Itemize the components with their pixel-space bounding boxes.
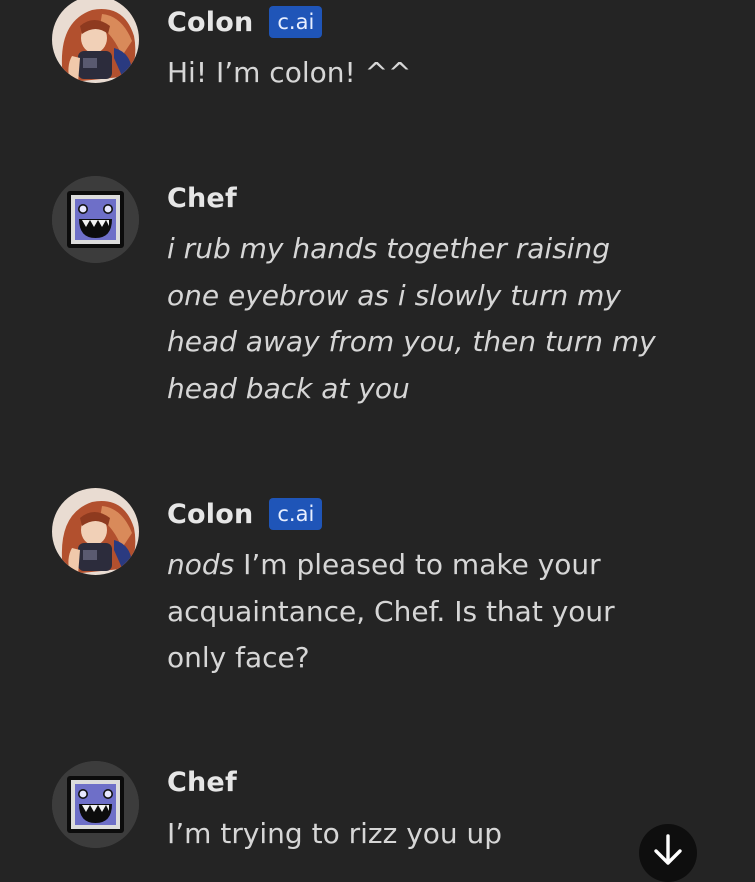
author-row: Colon c.ai bbox=[167, 494, 323, 534]
colon-avatar-image bbox=[52, 488, 139, 575]
chef-avatar-image bbox=[52, 176, 139, 263]
author-row: Colon c.ai bbox=[167, 2, 323, 42]
author-name: Colon bbox=[167, 498, 254, 530]
chef-avatar-image bbox=[52, 761, 139, 848]
cai-badge: c.ai bbox=[269, 6, 323, 38]
message-text: Hi! I’m colon! ^^ bbox=[167, 56, 412, 89]
cai-badge: c.ai bbox=[269, 498, 323, 530]
author-name: Chef bbox=[167, 182, 237, 214]
colon-avatar[interactable] bbox=[52, 0, 139, 83]
arrow-down-icon bbox=[654, 834, 682, 865]
message-text: i rub my hands together raising one eyeb… bbox=[167, 232, 656, 405]
author-row: Chef bbox=[167, 762, 237, 802]
author-name: Chef bbox=[167, 766, 237, 798]
chef-avatar[interactable] bbox=[52, 761, 139, 848]
author-name: Colon bbox=[167, 6, 254, 38]
colon-avatar[interactable] bbox=[52, 488, 139, 575]
message-text: nods I’m pleased to make your acquaintan… bbox=[167, 542, 647, 682]
message-body: I’m pleased to make your acquaintance, C… bbox=[167, 548, 615, 674]
message-text: I’m trying to rizz you up bbox=[167, 817, 503, 850]
scroll-to-bottom-button[interactable] bbox=[639, 824, 697, 882]
chef-avatar[interactable] bbox=[52, 176, 139, 263]
colon-avatar-image bbox=[52, 0, 139, 83]
message-emphasis: nods bbox=[167, 548, 235, 581]
author-row: Chef bbox=[167, 178, 237, 218]
